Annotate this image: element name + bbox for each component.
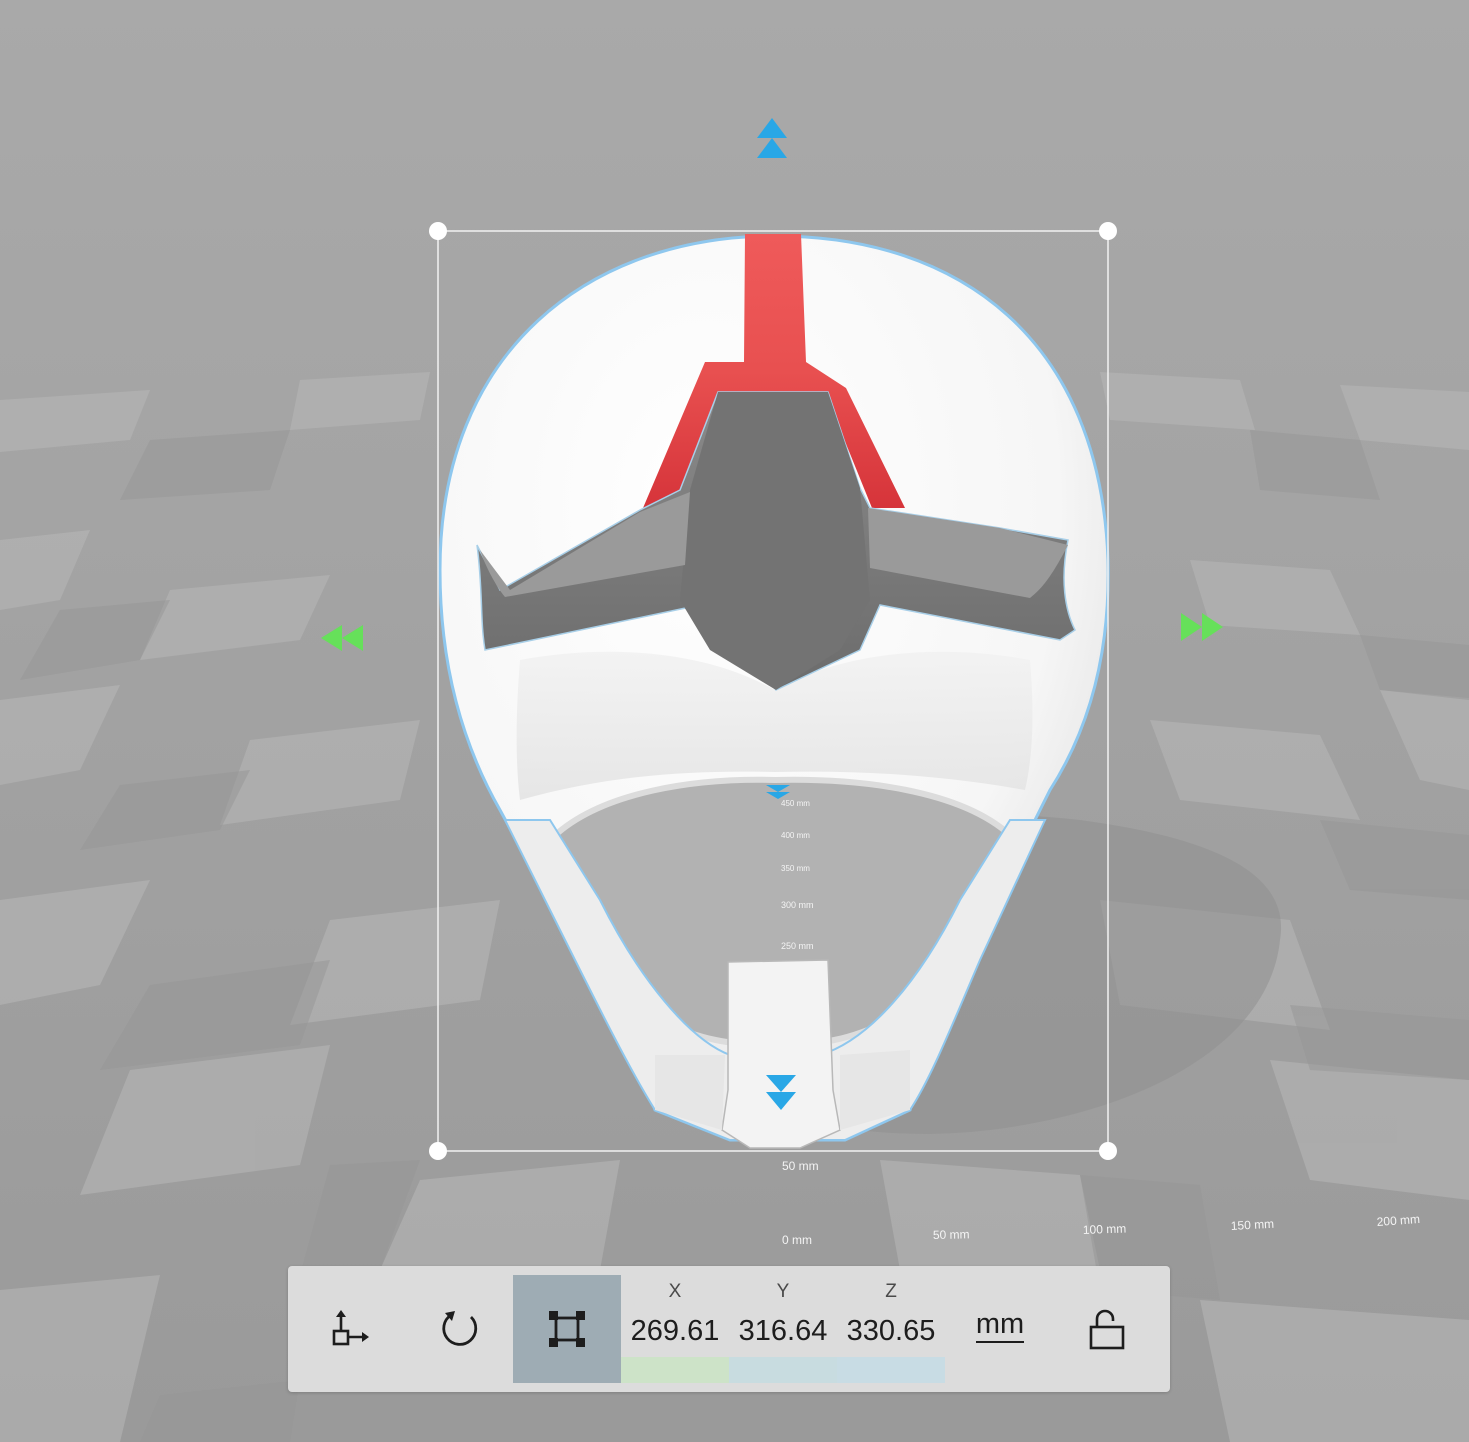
rotate-icon [442,1311,478,1346]
scale-tool-button[interactable] [513,1275,621,1383]
y-dimension-value[interactable]: 316.64 [729,1315,837,1348]
ruler-v-450: 450 mm [781,799,810,808]
move-icon [332,1310,369,1346]
y-dimension-field[interactable]: Y 316.64 [729,1275,837,1383]
ruler-v-400: 400 mm [781,831,810,840]
z-axis-color-bar [837,1357,945,1383]
unit-selector[interactable]: mm [950,1296,1050,1356]
unit-label: mm [975,1309,1025,1343]
lock-proportions-button[interactable] [1053,1275,1161,1383]
y-axis-color-bar [729,1357,837,1383]
scale-icon [549,1311,585,1347]
transform-toolbar: X 269.61 Y 316.64 Z 330.65 mm [288,1266,1170,1392]
x-dimension-field[interactable]: X 269.61 [621,1275,729,1383]
z-axis-label: Z [885,1281,897,1302]
corner-handle-top-right[interactable] [1099,222,1117,240]
ruler-h-50: 50 mm [933,1227,970,1242]
corner-handle-top-left[interactable] [429,222,447,240]
ruler-h-100: 100 mm [1083,1221,1127,1237]
y-axis-label: Y [776,1281,790,1302]
ruler-v-350: 350 mm [781,864,810,873]
z-dimension-value[interactable]: 330.65 [837,1315,945,1348]
grey-crest-center [680,392,870,690]
x-dimension-value[interactable]: 269.61 [621,1315,729,1348]
3d-viewport[interactable]: 450 mm 400 mm 350 mm 300 mm 250 mm 50 mm… [0,0,1469,1442]
ruler-v-50: 50 mm [782,1159,819,1173]
ruler-v-250: 250 mm [781,941,814,951]
chin-block [721,959,841,1149]
x-axis-label: X [668,1281,682,1302]
ruler-v-300: 300 mm [781,900,814,910]
z-dimension-field[interactable]: Z 330.65 [837,1275,945,1383]
corner-handle-bottom-left[interactable] [429,1142,447,1160]
move-tool-button[interactable] [297,1275,405,1383]
rotate-tool-button[interactable] [405,1275,513,1383]
unlocked-padlock-icon [1089,1309,1125,1350]
ruler-h-0: 0 mm [782,1233,812,1247]
ruler-h-150: 150 mm [1230,1217,1274,1233]
corner-handle-bottom-right[interactable] [1099,1142,1117,1160]
x-axis-color-bar [621,1357,729,1383]
